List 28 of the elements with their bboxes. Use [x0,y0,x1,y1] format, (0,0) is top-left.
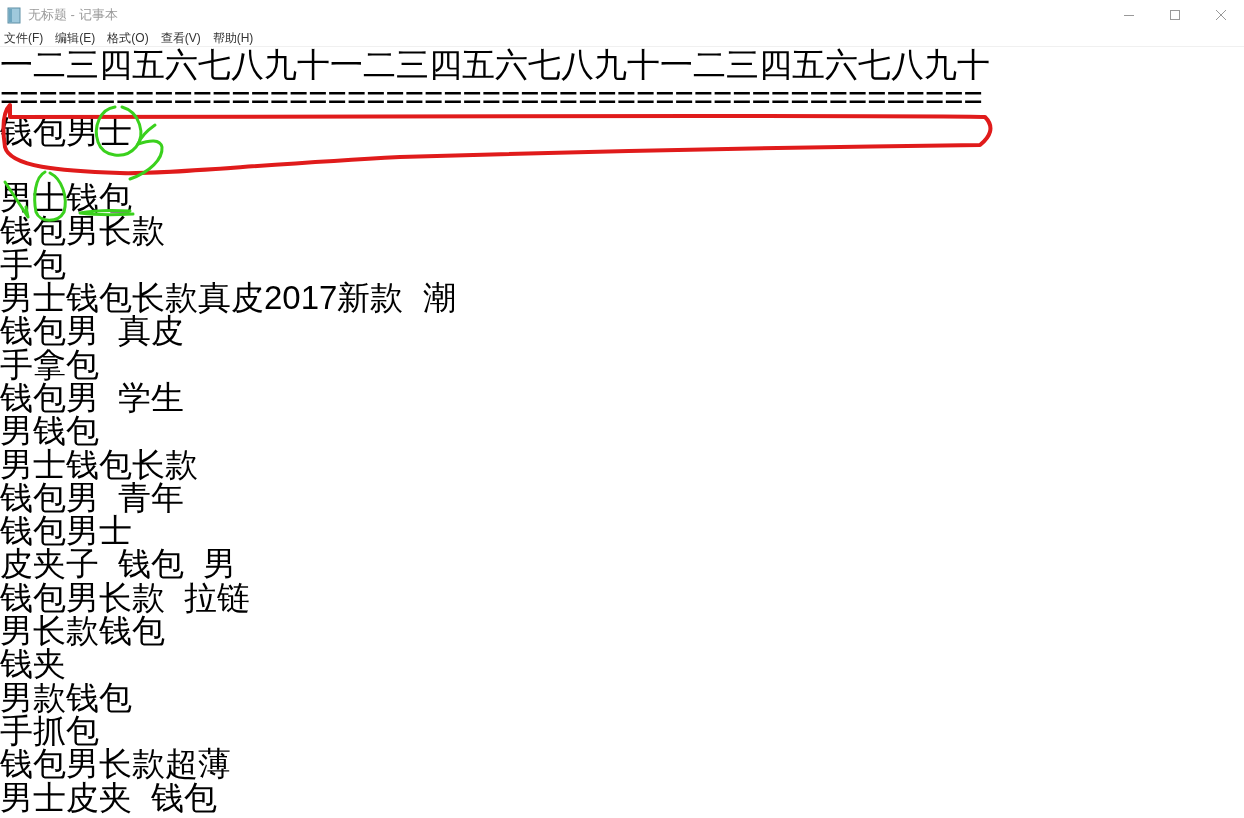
text-line: 皮夹子 钱包 男 [0,547,237,581]
text-line: 男士钱包长款 [0,447,198,481]
text-line: 钱包男 青年 [0,480,185,515]
text-line: 一二三四五六七八九十一二三四五六七八九十一二三四五六七八九十 [0,48,990,82]
text-line: 男钱包 [0,414,99,448]
text-line: =================================================== [0,81,983,115]
text-line: 男长款钱包 [0,614,165,648]
maximize-icon [1170,10,1180,20]
text-line: 钱包男长款 拉链 [0,580,251,615]
menu-item[interactable]: 帮助(H) [212,29,254,47]
menu-item[interactable]: 查看(V) [160,29,201,47]
text-line: 手包 [0,247,66,282]
text-line: 男士钱包长款真皮2017新款 潮 [0,281,456,315]
text-line: 手拿包 [0,347,99,381]
notepad-icon [6,6,22,24]
text-line: 钱包男 真皮 [0,314,185,348]
close-icon [1216,10,1226,20]
text-line: 手抓包 [0,713,99,748]
menu-item[interactable]: 格式(O) [107,29,149,47]
menu-item[interactable]: 编辑(E) [55,29,96,47]
text-line: 钱包男士 [0,514,132,548]
text-line: 钱包男长款超薄 [0,747,231,781]
window-title: 无标题 - 记事本 [28,6,118,25]
text-line: 钱包男 学生 [0,380,185,415]
text-line: 男士皮夹 钱包 [0,780,218,814]
text-line: 钱夹 [0,647,66,681]
menu-item[interactable]: 文件(F) [4,29,44,47]
text-line: 男款钱包 [0,680,132,714]
